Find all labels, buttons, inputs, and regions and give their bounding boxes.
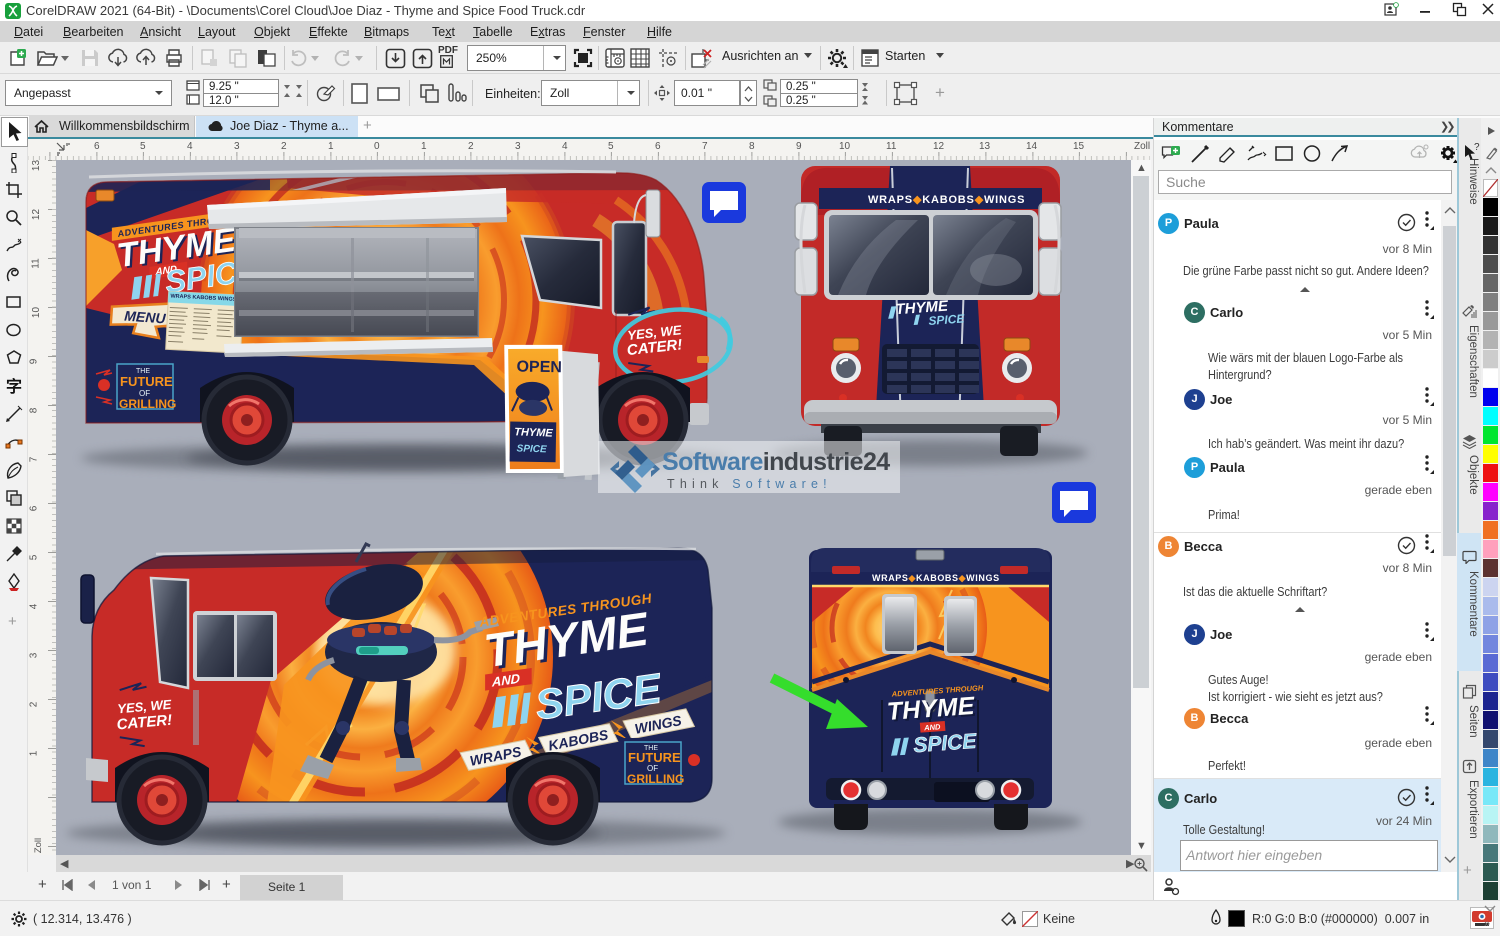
- svg-text:MENU: MENU: [124, 308, 167, 327]
- svg-text:THYME: THYME: [514, 426, 554, 439]
- svg-text:SPICE: SPICE: [516, 443, 547, 455]
- svg-text:FUTURE: FUTURE: [628, 750, 681, 765]
- svg-text:OPEN: OPEN: [516, 358, 562, 376]
- svg-text:AND: AND: [923, 722, 941, 732]
- svg-text:GRILLING: GRILLING: [119, 397, 176, 411]
- svg-text:SPICE: SPICE: [928, 311, 966, 328]
- svg-text:字: 字: [6, 377, 22, 396]
- svg-text:SPICE: SPICE: [913, 730, 978, 757]
- svg-text:FUTURE: FUTURE: [120, 374, 173, 389]
- svg-text:WRAPS◆KABOBS◆WINGS: WRAPS◆KABOBS◆WINGS: [872, 573, 1000, 583]
- svg-text:GRILLING: GRILLING: [627, 772, 684, 786]
- svg-text:Softwareindustrie24: Softwareindustrie24: [662, 448, 890, 476]
- svg-text:WRAPS◆KABOBS◆WINGS: WRAPS◆KABOBS◆WINGS: [868, 194, 1025, 206]
- svg-text:Think Software!: Think Software!: [667, 477, 832, 491]
